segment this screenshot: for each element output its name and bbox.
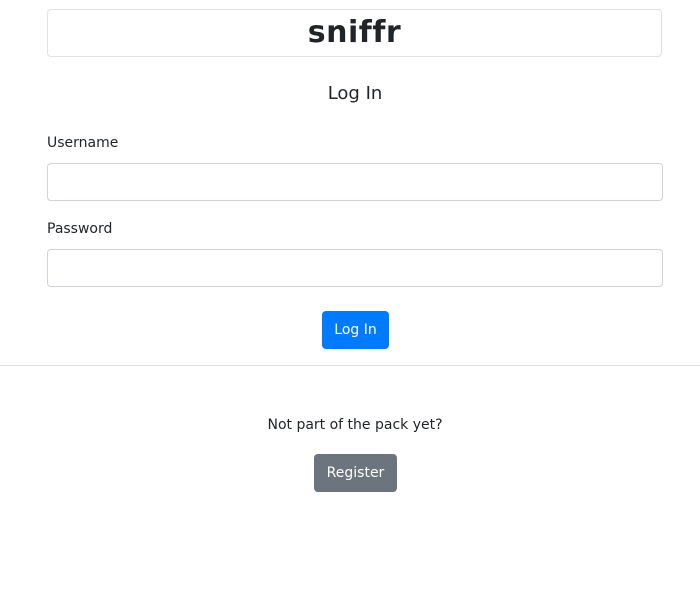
password-input[interactable] (47, 249, 663, 287)
username-input[interactable] (47, 163, 663, 201)
brand-logo: sniffr (307, 15, 402, 50)
register-button[interactable]: Register (314, 454, 397, 492)
section-divider (0, 365, 700, 366)
username-label: Username (47, 135, 119, 151)
form-title: Log In (327, 83, 383, 104)
login-button[interactable]: Log In (322, 311, 389, 349)
password-label: Password (47, 221, 113, 237)
register-prompt: Not part of the pack yet? (267, 417, 443, 433)
login-page: sniffr Log In Username Password Log In N… (0, 0, 700, 600)
brand-header: sniffr (47, 9, 662, 57)
